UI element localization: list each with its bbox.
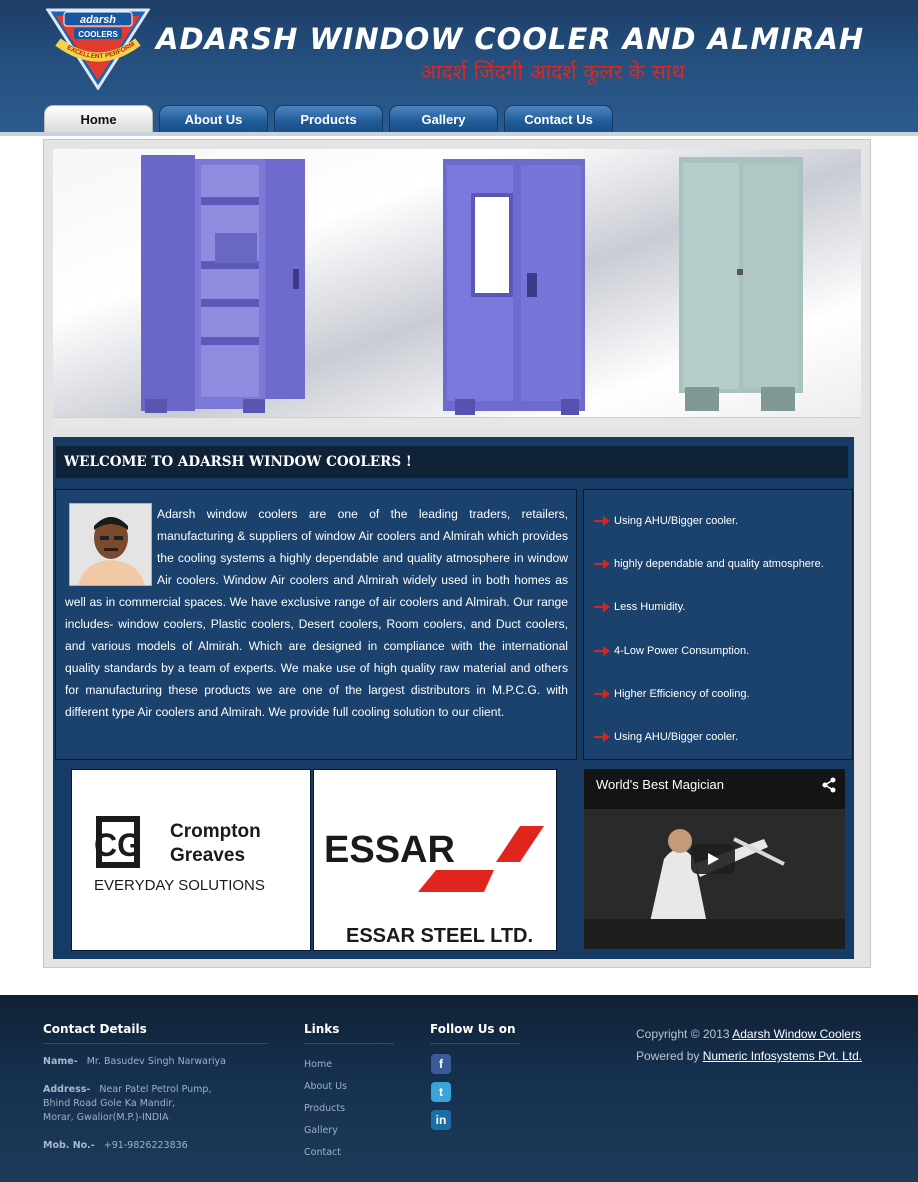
- footer-link-gallery[interactable]: Gallery: [304, 1125, 338, 1136]
- feature-item: Higher Efficiency of cooling.: [594, 672, 842, 715]
- cg-slogan: EVERYDAY SOLUTIONS: [94, 877, 265, 894]
- follow-divider: [430, 1043, 520, 1044]
- address-line2: Bhind Road Gole Ka Mandir,: [43, 1098, 176, 1109]
- feature-text: highly dependable and quality atmosphere…: [614, 557, 824, 570]
- site-tagline: आदर्श जिंदगी आदर्श कूलर के साथ: [420, 60, 685, 84]
- feature-text: Using AHU/Bigger cooler.: [614, 514, 739, 527]
- almirah-banner-image: [141, 155, 803, 415]
- site-footer: Contact Details Name- Mr. Basudev Singh …: [0, 995, 918, 1182]
- nav-tab-products[interactable]: Products: [274, 105, 383, 133]
- welcome-section: WELCOME TO ADARSH WINDOW COOLERS ! Adars…: [53, 437, 854, 959]
- header-divider: [0, 132, 918, 136]
- feature-item: 4-Low Power Consumption.: [594, 629, 842, 672]
- feature-item: highly dependable and quality atmosphere…: [594, 542, 842, 585]
- welcome-title: WELCOME TO ADARSH WINDOW COOLERS !: [64, 454, 412, 470]
- about-box: Adarsh window coolers are one of the lea…: [55, 489, 577, 760]
- follow-heading: Follow Us on: [430, 1022, 516, 1036]
- site-title: ADARSH WINDOW COOLER AND ALMIRAH: [156, 22, 865, 56]
- footer-link-contact[interactable]: Contact: [304, 1147, 341, 1158]
- adarsh-logo[interactable]: adarsh COOLERS EXCELLENT PERFORMANCE: [46, 6, 150, 90]
- site-header: adarsh COOLERS EXCELLENT PERFORMANCE ADA…: [0, 0, 918, 136]
- linkedin-icon[interactable]: in: [431, 1110, 451, 1130]
- feature-item: Less Humidity.: [594, 586, 842, 629]
- red-arrow-icon: [594, 515, 610, 526]
- cg-initials: CG: [94, 827, 142, 863]
- footer-link-about-us[interactable]: About Us: [304, 1081, 347, 1092]
- banner-footer-strip: [53, 417, 861, 429]
- feature-text: Using AHU/Bigger cooler.: [614, 731, 739, 744]
- essar-name: ESSAR: [324, 829, 455, 871]
- nav-tab-contact-us[interactable]: Contact Us: [504, 105, 613, 133]
- powered-prefix: Powered by: [636, 1049, 700, 1063]
- welcome-title-bar: WELCOME TO ADARSH WINDOW COOLERS !: [56, 446, 848, 478]
- nav-tab-home[interactable]: Home: [44, 105, 153, 133]
- powered-by-link[interactable]: Numeric Infosystems Pvt. Ltd.: [703, 1049, 862, 1063]
- address-line3: Morar, Gwalior(M.P.)-INDIA: [43, 1112, 169, 1123]
- logo-subtext: COOLERS: [78, 30, 118, 39]
- contact-divider: [43, 1043, 267, 1044]
- logo-text: adarsh: [80, 14, 116, 26]
- twitter-icon[interactable]: t: [431, 1082, 451, 1102]
- facebook-icon[interactable]: f: [431, 1054, 451, 1074]
- contact-mobile: Mob. No.- +91-9826223836: [43, 1139, 188, 1153]
- features-box: Using AHU/Bigger cooler. highly dependab…: [583, 489, 853, 760]
- video-player[interactable]: World's Best Magician: [584, 769, 845, 949]
- footer-link-home[interactable]: Home: [304, 1059, 332, 1070]
- nav-tab-gallery[interactable]: Gallery: [389, 105, 498, 133]
- main-nav: Home About Us Products Gallery Contact U…: [44, 105, 613, 133]
- feature-item: Using AHU/Bigger cooler.: [594, 715, 842, 758]
- essar-steel-logo[interactable]: ESSAR ESSAR STEEL LTD.: [313, 769, 557, 951]
- main-container: WELCOME TO ADARSH WINDOW COOLERS ! Adars…: [43, 139, 871, 968]
- contact-heading: Contact Details: [43, 1022, 147, 1036]
- copyright-line: Copyright © 2013 Adarsh Window Coolers: [636, 1027, 861, 1041]
- copyright-link[interactable]: Adarsh Window Coolers: [732, 1027, 861, 1041]
- address-label: Address-: [43, 1084, 91, 1095]
- powered-by-line: Powered by Numeric Infosystems Pvt. Ltd.: [636, 1049, 862, 1063]
- video-title: World's Best Magician: [596, 777, 724, 792]
- red-arrow-icon: [594, 732, 610, 743]
- crompton-greaves-logo-image: CG Crompton Greaves EVERYDAY SOLUTIONS: [94, 816, 265, 894]
- almirah-banner: [53, 149, 861, 417]
- play-icon: [708, 853, 719, 865]
- almirah-grey-image: [679, 157, 803, 411]
- almirah-open-image: [141, 155, 305, 413]
- links-divider: [304, 1043, 394, 1044]
- name-label: Name-: [43, 1056, 78, 1067]
- cg-name-line1: Crompton: [170, 821, 261, 842]
- contact-address: Address- Near Patel Petrol Pump, Bhind R…: [43, 1083, 211, 1125]
- footer-link-products[interactable]: Products: [304, 1103, 345, 1114]
- share-icon[interactable]: [821, 777, 837, 793]
- feature-text: Less Humidity.: [614, 601, 686, 614]
- feature-text: Higher Efficiency of cooling.: [614, 687, 750, 700]
- feature-text: 4-Low Power Consumption.: [614, 644, 750, 657]
- nav-tab-about-us[interactable]: About Us: [159, 105, 268, 133]
- cg-name-line2: Greaves: [170, 845, 245, 866]
- crompton-greaves-logo[interactable]: CG Crompton Greaves EVERYDAY SOLUTIONS: [71, 769, 311, 951]
- address-line1: Near Patel Petrol Pump,: [99, 1084, 212, 1095]
- essar-caption: ESSAR STEEL LTD.: [346, 925, 533, 947]
- contact-name: Name- Mr. Basudev Singh Narwariya: [43, 1055, 226, 1069]
- essar-steel-logo-image: ESSAR ESSAR STEEL LTD.: [324, 826, 544, 947]
- play-button[interactable]: [691, 844, 735, 874]
- red-arrow-icon: [594, 645, 610, 656]
- mobile-label: Mob. No.-: [43, 1140, 95, 1151]
- partner-logos: CG Crompton Greaves EVERYDAY SOLUTIONS E…: [71, 769, 557, 951]
- owner-portrait-image: [70, 504, 151, 585]
- almirah-window-image: [443, 159, 585, 415]
- owner-photo: [69, 503, 152, 586]
- red-arrow-icon: [594, 688, 610, 699]
- mobile-value: +91-9826223836: [103, 1140, 188, 1151]
- name-value: Mr. Basudev Singh Narwariya: [86, 1056, 226, 1067]
- feature-item: Using AHU/Bigger cooler.: [594, 499, 842, 542]
- links-heading: Links: [304, 1022, 340, 1036]
- copyright-prefix: Copyright © 2013: [636, 1027, 730, 1041]
- red-arrow-icon: [594, 558, 610, 569]
- red-arrow-icon: [594, 602, 610, 613]
